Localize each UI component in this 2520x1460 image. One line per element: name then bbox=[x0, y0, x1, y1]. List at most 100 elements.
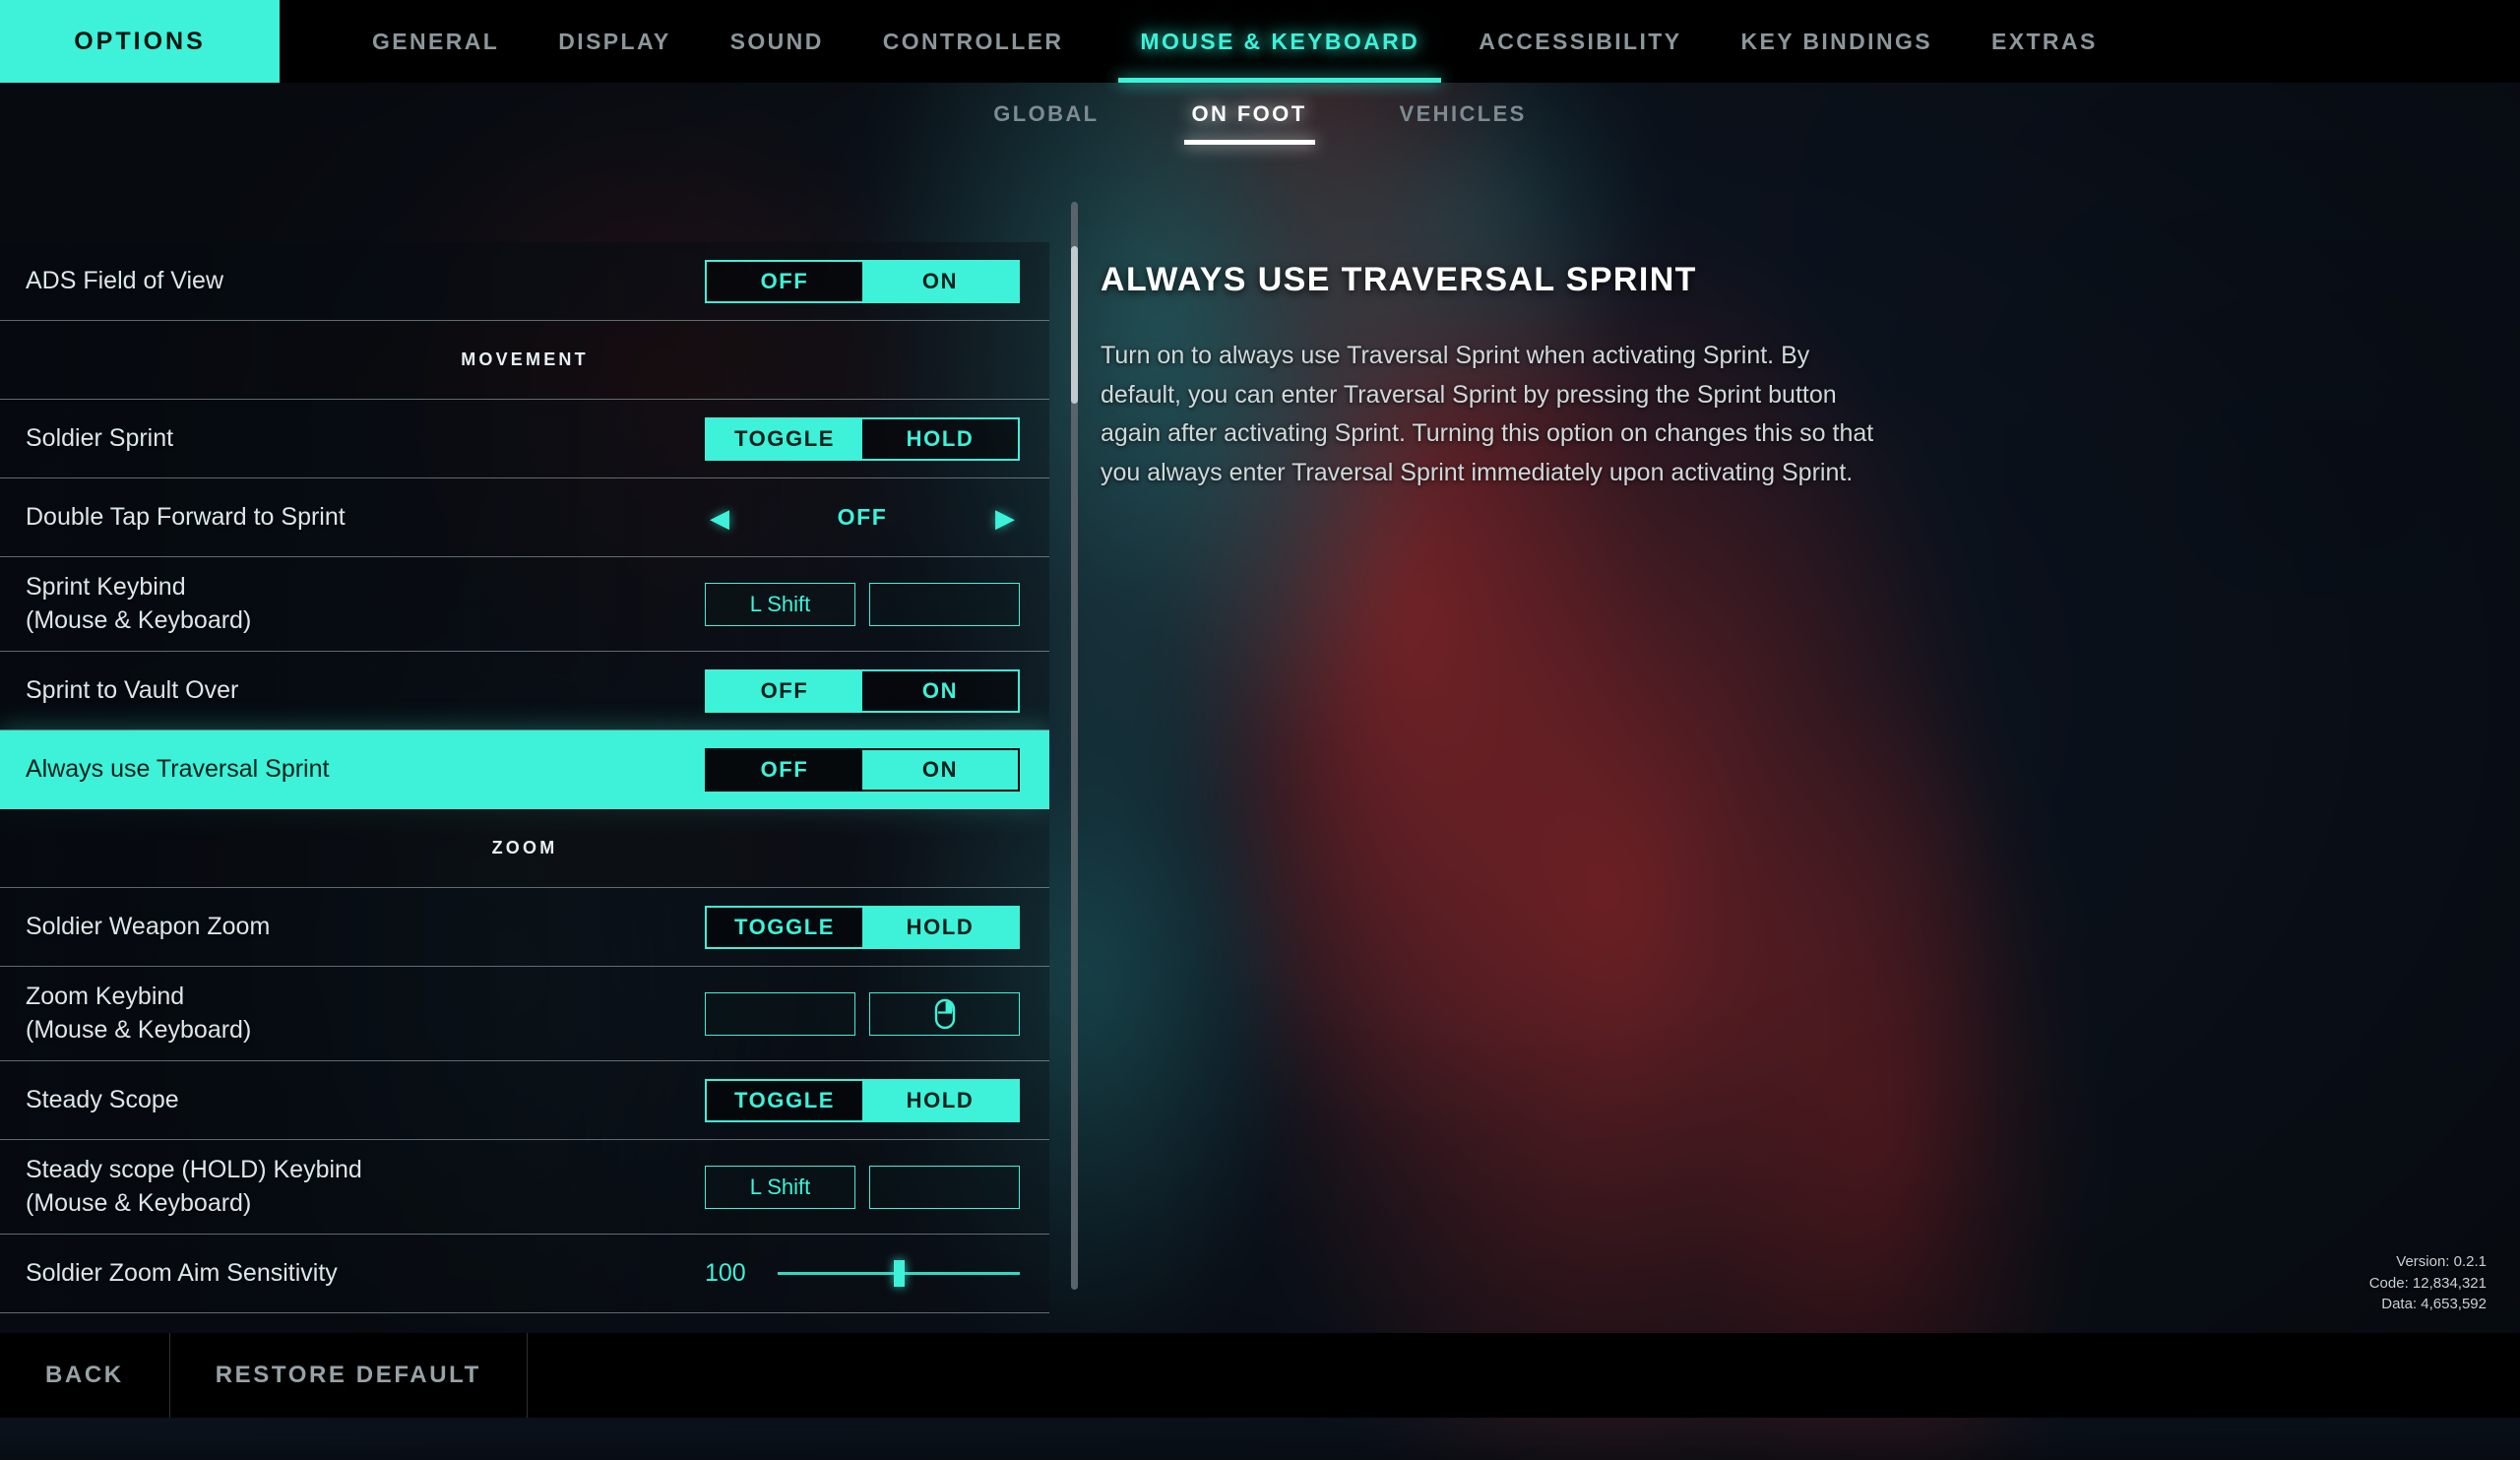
setting-row-sprint-to-vault-over[interactable]: Sprint to Vault Over OFF ON bbox=[0, 652, 1049, 730]
slider-thumb[interactable] bbox=[894, 1260, 905, 1287]
bottom-bar-filler bbox=[528, 1333, 2520, 1418]
setting-row-steady-scope-hold-keybind[interactable]: Steady scope (HOLD) Keybind (Mouse & Key… bbox=[0, 1140, 1049, 1235]
toggle-option-off[interactable]: OFF bbox=[707, 262, 862, 301]
setting-row-zoom-keybind[interactable]: Zoom Keybind (Mouse & Keyboard) bbox=[0, 967, 1049, 1061]
setting-control: TOGGLE HOLD bbox=[689, 1061, 1049, 1139]
tab-controller[interactable]: CONTROLLER bbox=[853, 0, 1094, 83]
version-line: Version: 0.2.1 bbox=[2369, 1251, 2487, 1273]
toggle-option-on[interactable]: ON bbox=[862, 262, 1018, 301]
toggle-option-on[interactable]: ON bbox=[862, 671, 1018, 711]
toggle-option-toggle[interactable]: TOGGLE bbox=[707, 908, 862, 947]
toggle-steady-scope[interactable]: TOGGLE HOLD bbox=[705, 1079, 1020, 1122]
setting-row-always-use-traversal-sprint[interactable]: Always use Traversal Sprint OFF ON bbox=[0, 730, 1049, 809]
chevron-right-icon[interactable]: ▶ bbox=[990, 505, 1020, 531]
setting-label-main: Sprint Keybind bbox=[26, 573, 186, 601]
slider-value: 100 bbox=[705, 1259, 760, 1288]
subtab-global[interactable]: GLOBAL bbox=[983, 94, 1108, 145]
setting-row-steady-scope[interactable]: Steady Scope TOGGLE HOLD bbox=[0, 1061, 1049, 1140]
mouse-right-button-icon bbox=[934, 998, 956, 1030]
subtab-vehicles[interactable]: VEHICLES bbox=[1390, 94, 1537, 145]
setting-control: ◀ OFF ▶ bbox=[689, 478, 1049, 556]
keybind-secondary-slot[interactable] bbox=[869, 992, 1020, 1036]
toggle-ads-field-of-view[interactable]: OFF ON bbox=[705, 260, 1020, 303]
keybind-secondary-slot[interactable] bbox=[869, 1166, 1020, 1209]
toggle-option-toggle[interactable]: TOGGLE bbox=[707, 1081, 862, 1120]
toggle-option-on[interactable]: ON bbox=[862, 750, 1018, 790]
detail-description: Turn on to always use Traversal Sprint w… bbox=[1101, 337, 1878, 492]
setting-label: Steady scope (HOLD) Keybind (Mouse & Key… bbox=[0, 1154, 689, 1221]
sub-navigation-bar: GLOBAL ON FOOT VEHICLES bbox=[0, 83, 2520, 156]
keybind-zoom bbox=[705, 992, 1020, 1036]
tab-mouse-and-keyboard[interactable]: MOUSE & KEYBOARD bbox=[1110, 0, 1449, 83]
setting-control bbox=[689, 967, 1049, 1060]
keybind-secondary-slot[interactable] bbox=[869, 583, 1020, 626]
keybind-primary-slot[interactable]: L Shift bbox=[705, 583, 855, 626]
restore-default-button[interactable]: RESTORE DEFAULT bbox=[170, 1333, 528, 1418]
nav-spacer bbox=[1093, 0, 1110, 83]
setting-row-sprint-keybind[interactable]: Sprint Keybind (Mouse & Keyboard) L Shif… bbox=[0, 557, 1049, 652]
setting-label: Soldier Zoom Aim Sensitivity bbox=[0, 1257, 689, 1291]
setting-row-double-tap-forward-to-sprint[interactable]: Double Tap Forward to Sprint ◀ OFF ▶ bbox=[0, 478, 1049, 557]
slider-track[interactable] bbox=[778, 1272, 1020, 1275]
keybind-steady-scope: L Shift bbox=[705, 1166, 1020, 1209]
subtab-on-foot[interactable]: ON FOOT bbox=[1182, 94, 1317, 145]
back-button[interactable]: BACK bbox=[0, 1333, 170, 1418]
nav-spacer bbox=[280, 0, 343, 83]
top-navigation-bar: OPTIONS GENERAL DISPLAY SOUND CONTROLLER… bbox=[0, 0, 2520, 83]
setting-control: L Shift bbox=[689, 557, 1049, 651]
setting-label: Steady Scope bbox=[0, 1084, 689, 1117]
toggle-option-toggle[interactable]: TOGGLE bbox=[707, 419, 862, 459]
toggle-sprint-to-vault-over[interactable]: OFF ON bbox=[705, 669, 1020, 713]
keybind-sprint: L Shift bbox=[705, 583, 1020, 626]
setting-label-main: Zoom Keybind bbox=[26, 983, 184, 1010]
setting-control: OFF ON bbox=[689, 652, 1049, 730]
tab-accessibility[interactable]: ACCESSIBILITY bbox=[1449, 0, 1711, 83]
data-line: Data: 4,653,592 bbox=[2369, 1294, 2487, 1315]
setting-label-sub: (Mouse & Keyboard) bbox=[26, 604, 689, 638]
setting-label-sub: (Mouse & Keyboard) bbox=[26, 1187, 689, 1221]
chevron-left-icon[interactable]: ◀ bbox=[705, 505, 734, 531]
setting-row-ads-field-of-view[interactable]: ADS Field of View OFF ON bbox=[0, 242, 1049, 321]
setting-label-sub: (Mouse & Keyboard) bbox=[26, 1014, 689, 1047]
version-info: Version: 0.2.1 Code: 12,834,321 Data: 4,… bbox=[2369, 1251, 2487, 1315]
tab-key-bindings[interactable]: KEY BINDINGS bbox=[1711, 0, 1962, 83]
selector-value: OFF bbox=[734, 504, 990, 531]
settings-rows: ADS Field of View OFF ON MOVEMENT Soldie… bbox=[0, 242, 1049, 1313]
settings-scrollbar-track[interactable] bbox=[1071, 202, 1078, 1290]
tab-general[interactable]: GENERAL bbox=[343, 0, 529, 83]
section-header-zoom: ZOOM bbox=[0, 809, 1049, 888]
toggle-soldier-sprint[interactable]: TOGGLE HOLD bbox=[705, 417, 1020, 461]
toggle-option-hold[interactable]: HOLD bbox=[862, 1081, 1018, 1120]
keybind-primary-slot[interactable]: L Shift bbox=[705, 1166, 855, 1209]
toggle-option-off[interactable]: OFF bbox=[707, 671, 862, 711]
slider-soldier-zoom-aim-sensitivity[interactable]: 100 bbox=[705, 1252, 1020, 1296]
selector-double-tap-forward-to-sprint[interactable]: ◀ OFF ▶ bbox=[705, 496, 1020, 540]
tab-display[interactable]: DISPLAY bbox=[529, 0, 700, 83]
setting-label: Sprint Keybind (Mouse & Keyboard) bbox=[0, 571, 689, 638]
detail-title: ALWAYS USE TRAVERSAL SPRINT bbox=[1101, 261, 1908, 299]
toggle-option-hold[interactable]: HOLD bbox=[862, 908, 1018, 947]
setting-label: Double Tap Forward to Sprint bbox=[0, 501, 689, 535]
toggle-option-off[interactable]: OFF bbox=[707, 750, 862, 790]
setting-label: Soldier Sprint bbox=[0, 422, 689, 456]
options-title-tag: OPTIONS bbox=[0, 0, 280, 83]
toggle-option-hold[interactable]: HOLD bbox=[862, 419, 1018, 459]
setting-control: 100 bbox=[689, 1235, 1049, 1312]
bottom-action-bar: BACK RESTORE DEFAULT bbox=[0, 1333, 2520, 1418]
setting-control: OFF ON bbox=[689, 242, 1049, 320]
settings-scrollbar-thumb[interactable] bbox=[1071, 246, 1078, 404]
setting-label-main: Steady scope (HOLD) Keybind bbox=[26, 1156, 362, 1183]
tab-extras[interactable]: EXTRAS bbox=[1962, 0, 2127, 83]
section-title: ZOOM bbox=[492, 838, 558, 858]
setting-label: ADS Field of View bbox=[0, 265, 689, 298]
toggle-always-use-traversal-sprint[interactable]: OFF ON bbox=[705, 748, 1020, 792]
setting-row-soldier-weapon-zoom[interactable]: Soldier Weapon Zoom TOGGLE HOLD bbox=[0, 888, 1049, 967]
setting-row-soldier-zoom-aim-sensitivity[interactable]: Soldier Zoom Aim Sensitivity 100 bbox=[0, 1235, 1049, 1313]
keybind-primary-slot[interactable] bbox=[705, 992, 855, 1036]
tab-sound[interactable]: SOUND bbox=[701, 0, 853, 83]
setting-label: Soldier Weapon Zoom bbox=[0, 911, 689, 944]
toggle-soldier-weapon-zoom[interactable]: TOGGLE HOLD bbox=[705, 906, 1020, 949]
setting-row-soldier-sprint[interactable]: Soldier Sprint TOGGLE HOLD bbox=[0, 400, 1049, 478]
setting-label: Always use Traversal Sprint bbox=[0, 753, 689, 787]
setting-control: L Shift bbox=[689, 1140, 1049, 1234]
